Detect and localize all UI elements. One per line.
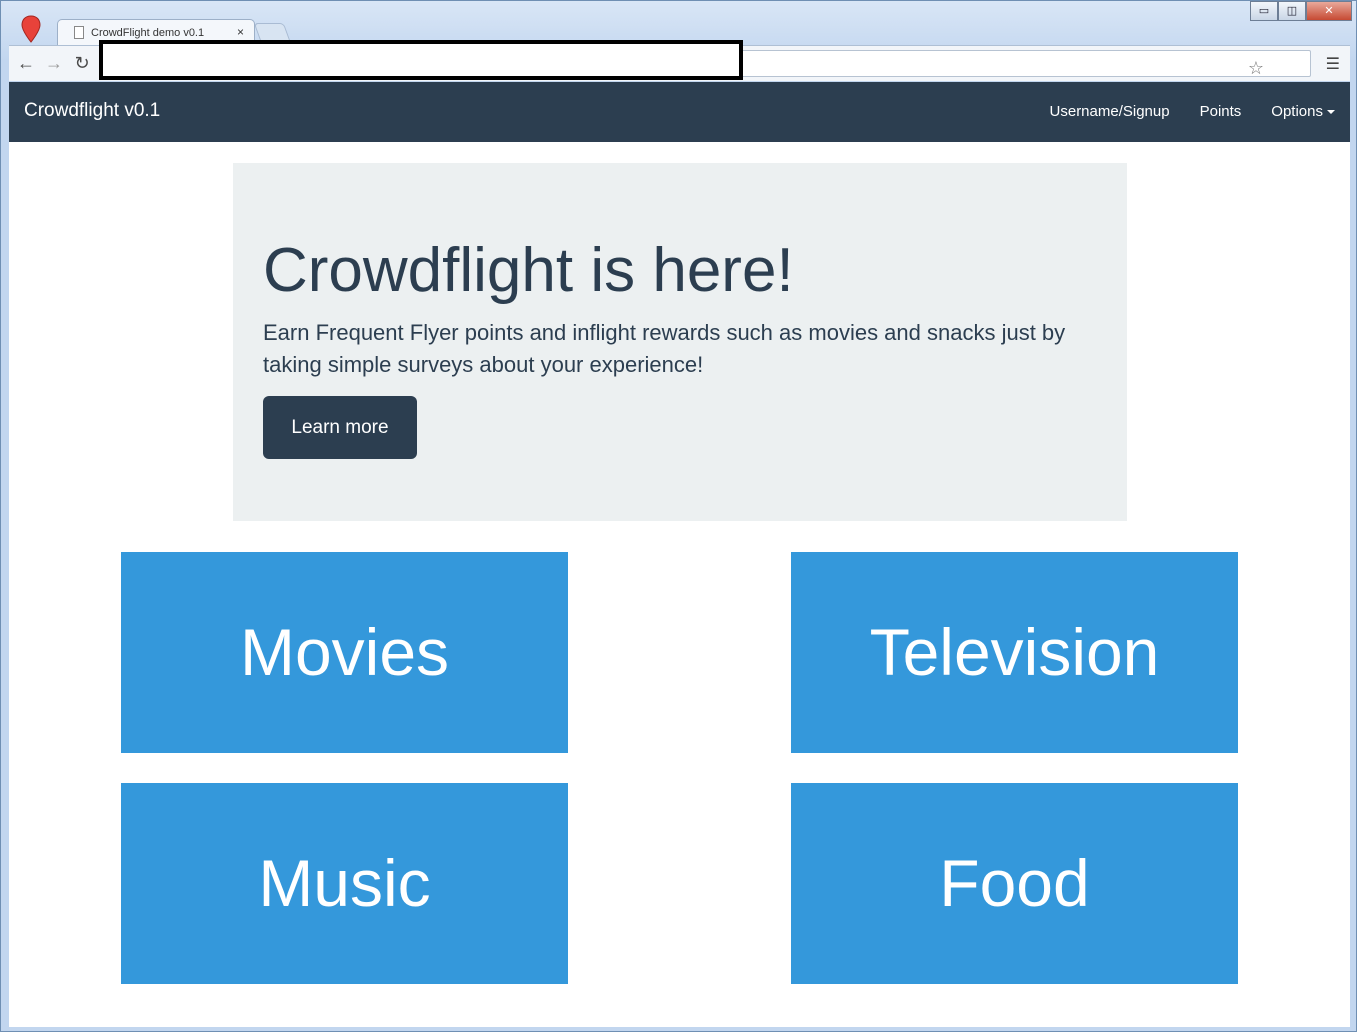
brand-link[interactable]: Crowdflight v0.1: [24, 100, 160, 122]
maximize-button[interactable]: ◫: [1278, 1, 1306, 21]
hero-jumbotron: Crowdflight is here! Earn Frequent Flyer…: [233, 163, 1127, 521]
learn-more-button[interactable]: Learn more: [263, 396, 417, 459]
back-icon[interactable]: ←: [15, 52, 37, 74]
chrome-menu-icon[interactable]: ☰: [1326, 54, 1340, 74]
bookmark-star-icon[interactable]: ☆: [1248, 58, 1264, 79]
tab-close-icon[interactable]: ×: [237, 25, 244, 39]
navbar: Crowdflight v0.1 Username/Signup Points …: [9, 82, 1350, 142]
points-link[interactable]: Points: [1200, 103, 1242, 120]
minimize-button[interactable]: ▭: [1250, 1, 1278, 21]
caret-down-icon: [1327, 110, 1335, 115]
title-bar: CrowdFlight demo v0.1 × ▭ ◫ ✕: [1, 1, 1356, 45]
browser-window: CrowdFlight demo v0.1 × ▭ ◫ ✕ ← → ↻ ☆ ☰ …: [0, 0, 1357, 1032]
nav-links: Username/Signup Points Options: [1050, 103, 1335, 120]
tab-title: CrowdFlight demo v0.1: [91, 27, 205, 39]
map-pin-icon: [21, 15, 41, 43]
username-signup-link[interactable]: Username/Signup: [1050, 103, 1170, 120]
hero-title: Crowdflight is here!: [263, 236, 794, 305]
page-icon: [74, 26, 84, 39]
music-tile[interactable]: Music: [121, 783, 568, 984]
browser-toolbar: ← → ↻ ☆ ☰: [9, 40, 1350, 81]
forward-icon[interactable]: →: [43, 52, 65, 74]
television-tile[interactable]: Television: [791, 552, 1238, 753]
page-viewport: Crowdflight v0.1 Username/Signup Points …: [9, 82, 1350, 1027]
close-button[interactable]: ✕: [1306, 1, 1352, 21]
redacted-url: [99, 40, 743, 80]
hero-text: Earn Frequent Flyer points and inflight …: [263, 320, 1066, 377]
movies-tile[interactable]: Movies: [121, 552, 568, 753]
options-label: Options: [1271, 103, 1323, 120]
food-tile[interactable]: Food: [791, 783, 1238, 984]
reload-icon[interactable]: ↻: [71, 52, 93, 74]
window-controls: ▭ ◫ ✕: [1250, 1, 1352, 21]
options-dropdown[interactable]: Options: [1271, 103, 1335, 120]
new-tab-button[interactable]: [253, 23, 291, 41]
